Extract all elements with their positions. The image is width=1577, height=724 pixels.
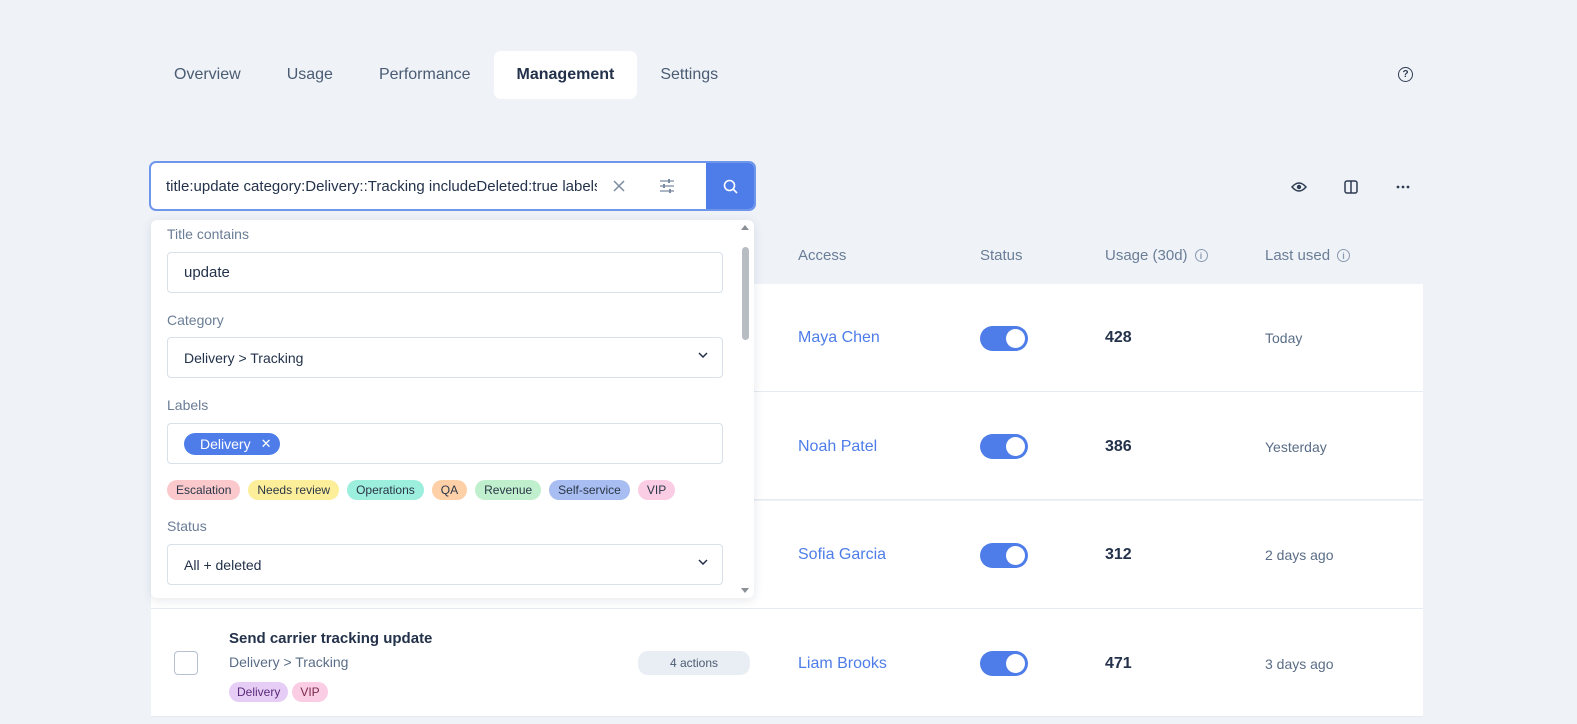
header-access[interactable]: Access bbox=[798, 247, 846, 264]
status-toggle[interactable] bbox=[980, 651, 1028, 676]
status-toggle[interactable] bbox=[980, 326, 1028, 351]
view-toggle-button[interactable] bbox=[1288, 176, 1310, 198]
label-option[interactable]: VIP bbox=[637, 480, 676, 500]
filter-panel: Title contains update Category Delivery … bbox=[151, 220, 754, 598]
chevron-down-icon bbox=[698, 559, 708, 565]
search-bar bbox=[149, 161, 756, 211]
usage-count: 386 bbox=[1105, 438, 1132, 455]
status-select[interactable]: All + deleted bbox=[167, 544, 723, 585]
status-filter-label: Status bbox=[167, 518, 207, 534]
filter-settings-button[interactable] bbox=[653, 172, 681, 200]
header-status-label: Status bbox=[980, 247, 1023, 264]
actions-badge: 4 actions bbox=[638, 651, 750, 675]
labels-input[interactable]: Delivery ✕ bbox=[167, 423, 723, 464]
remove-label-icon[interactable]: ✕ bbox=[261, 436, 272, 452]
table-row[interactable]: Send carrier tracking update Delivery > … bbox=[151, 609, 1423, 717]
row-category: Delivery > Tracking bbox=[229, 654, 349, 670]
status-toggle[interactable] bbox=[980, 543, 1028, 568]
tab-bar: Overview Usage Performance Management Se… bbox=[151, 51, 741, 99]
chevron-down-icon bbox=[698, 352, 708, 358]
label-option[interactable]: Escalation bbox=[167, 480, 241, 500]
header-last-used[interactable]: Last used i bbox=[1265, 247, 1351, 264]
scrollbar-thumb[interactable] bbox=[742, 247, 749, 340]
labels-filter-label: Labels bbox=[167, 397, 209, 413]
columns-icon bbox=[1344, 180, 1358, 194]
header-access-label: Access bbox=[798, 247, 847, 264]
access-user-link[interactable]: Liam Brooks bbox=[798, 655, 887, 673]
access-user-link[interactable]: Maya Chen bbox=[798, 329, 880, 347]
header-status[interactable]: Status bbox=[980, 247, 1023, 264]
label-option[interactable]: Revenue bbox=[475, 480, 542, 500]
category-filter-label: Category bbox=[167, 312, 224, 328]
tab-overview[interactable]: Overview bbox=[151, 51, 264, 99]
info-icon[interactable]: i bbox=[1337, 249, 1351, 262]
title-filter-input[interactable]: update bbox=[167, 252, 723, 293]
info-icon[interactable]: i bbox=[1194, 249, 1208, 262]
panel-scrollbar[interactable] bbox=[739, 221, 751, 597]
row-checkbox[interactable] bbox=[174, 651, 198, 675]
ellipsis-icon bbox=[1396, 185, 1410, 189]
eye-icon bbox=[1291, 182, 1307, 192]
selected-label-text: Delivery bbox=[200, 435, 251, 452]
close-icon bbox=[613, 180, 625, 192]
selected-label-chip[interactable]: Delivery ✕ bbox=[184, 432, 281, 455]
status-select-value: All + deleted bbox=[184, 556, 262, 573]
scroll-up-arrow-icon[interactable] bbox=[741, 225, 749, 230]
more-options-button[interactable] bbox=[1392, 176, 1414, 198]
label-options: Escalation Needs review Operations QA Re… bbox=[167, 480, 676, 500]
usage-count: 428 bbox=[1105, 329, 1132, 346]
tab-settings[interactable]: Settings bbox=[637, 51, 741, 99]
label-pill: Delivery bbox=[229, 682, 289, 702]
columns-button[interactable] bbox=[1340, 176, 1362, 198]
row-title[interactable]: Send carrier tracking update bbox=[229, 630, 432, 647]
label-pill: VIP bbox=[292, 682, 328, 702]
tab-usage[interactable]: Usage bbox=[264, 51, 356, 99]
label-option[interactable]: Self-service bbox=[549, 480, 630, 500]
tab-performance[interactable]: Performance bbox=[356, 51, 494, 99]
status-toggle[interactable] bbox=[980, 434, 1028, 459]
category-select[interactable]: Delivery > Tracking bbox=[167, 337, 723, 378]
header-usage[interactable]: Usage (30d) i bbox=[1105, 247, 1208, 264]
last-used: 2 days ago bbox=[1265, 547, 1334, 563]
label-option[interactable]: Operations bbox=[347, 480, 424, 500]
search-button[interactable] bbox=[706, 163, 754, 209]
scroll-down-arrow-icon[interactable] bbox=[741, 588, 749, 593]
label-option[interactable]: QA bbox=[431, 480, 468, 500]
clear-search-button[interactable] bbox=[605, 172, 633, 200]
header-last-used-label: Last used bbox=[1265, 247, 1331, 264]
category-select-value: Delivery > Tracking bbox=[184, 349, 304, 366]
title-filter-label: Title contains bbox=[167, 226, 249, 242]
label-option[interactable]: Needs review bbox=[248, 480, 340, 500]
help-icon[interactable]: ? bbox=[1398, 67, 1413, 82]
last-used: 3 days ago bbox=[1265, 656, 1334, 672]
search-icon bbox=[723, 179, 738, 194]
tab-management[interactable]: Management bbox=[493, 51, 638, 99]
usage-count: 312 bbox=[1105, 546, 1132, 563]
access-user-link[interactable]: Noah Patel bbox=[798, 438, 877, 456]
sliders-icon bbox=[660, 179, 674, 193]
last-used: Yesterday bbox=[1265, 439, 1327, 455]
search-input[interactable] bbox=[151, 163, 597, 209]
last-used: Today bbox=[1265, 330, 1303, 346]
access-user-link[interactable]: Sofia Garcia bbox=[798, 546, 886, 564]
usage-count: 471 bbox=[1105, 655, 1132, 672]
row-labels: Delivery VIP bbox=[229, 682, 332, 702]
header-usage-label: Usage (30d) bbox=[1105, 247, 1188, 264]
